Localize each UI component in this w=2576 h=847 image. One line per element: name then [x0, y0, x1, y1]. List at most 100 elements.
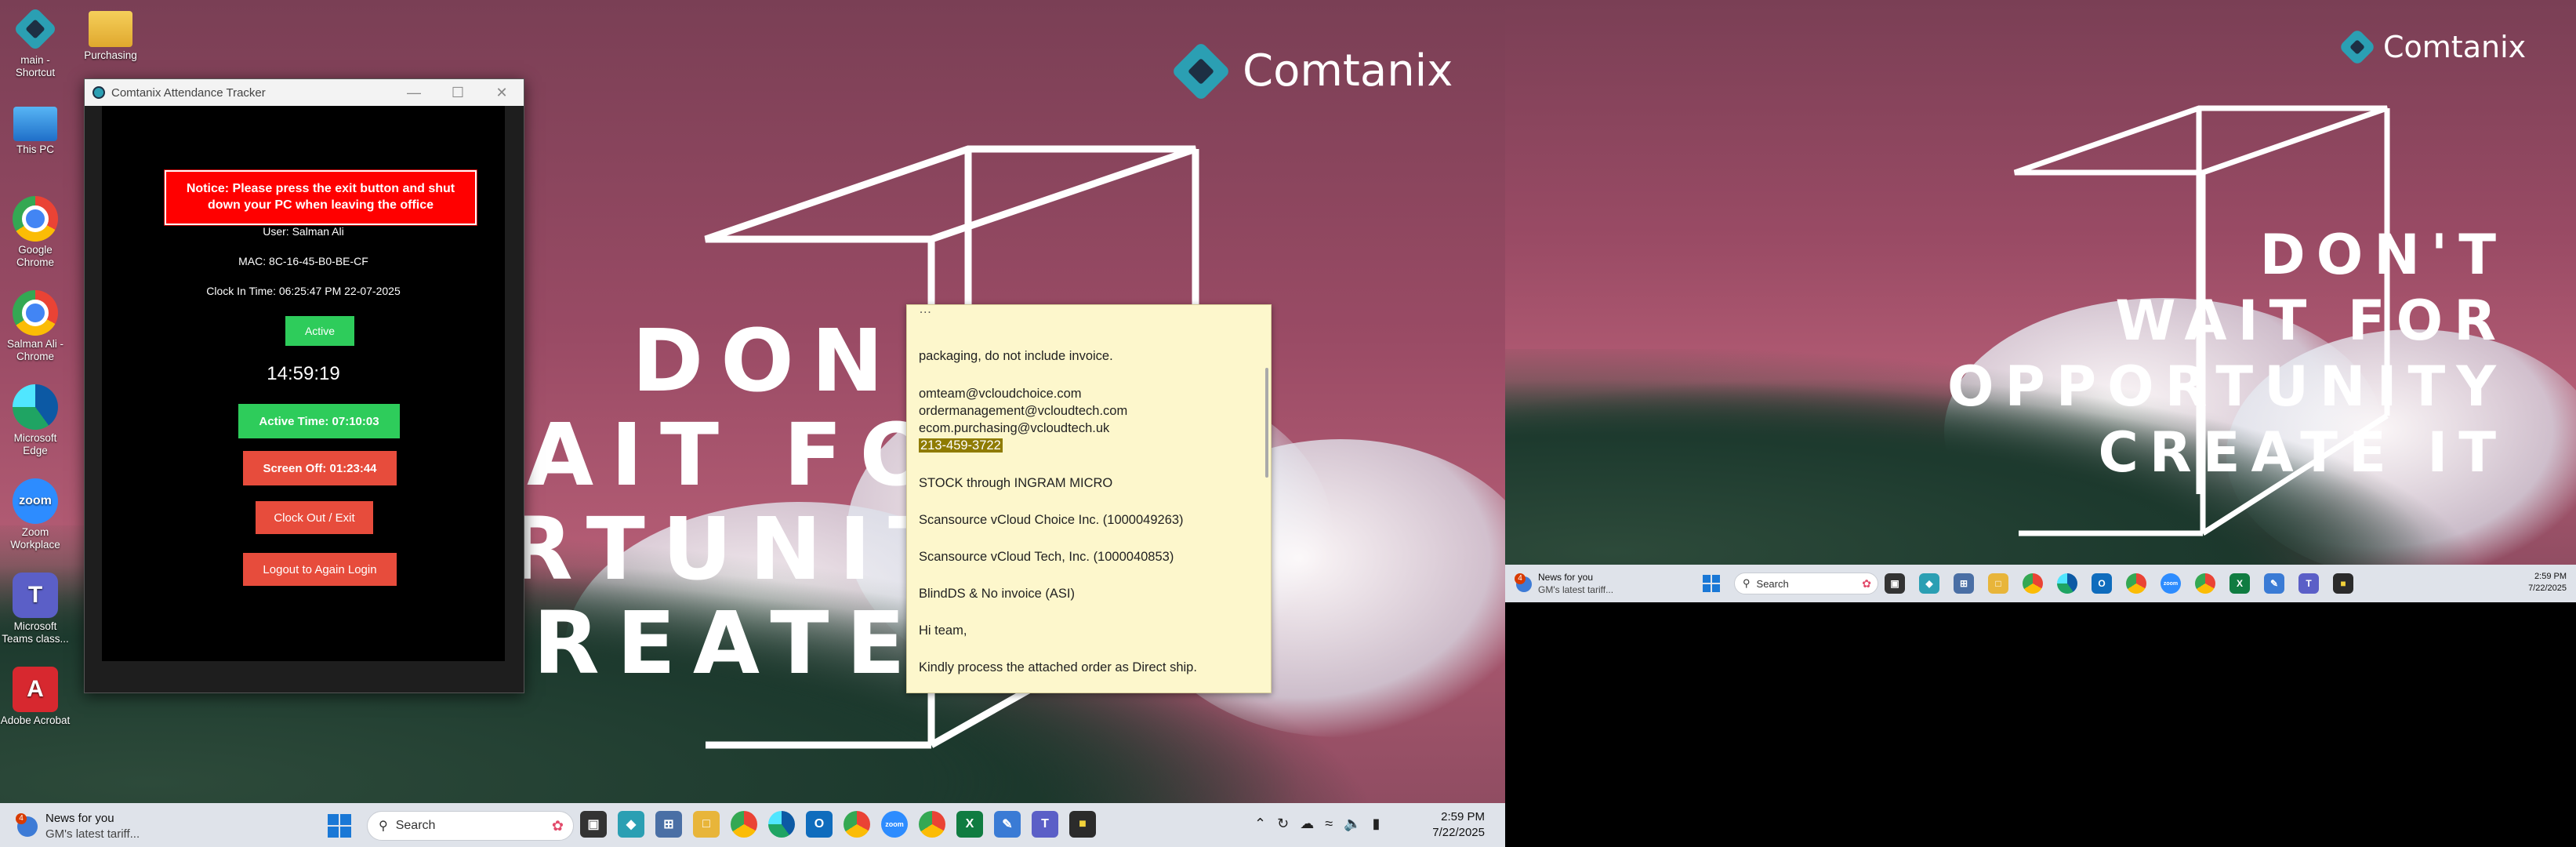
- sticky-line: packaging, do not include invoice.: [919, 349, 1113, 363]
- desktop-icon-acrobat[interactable]: A Adobe Acrobat: [0, 667, 71, 727]
- vpn-icon[interactable]: ☁: [1300, 816, 1314, 832]
- chrome-profile-icon[interactable]: [844, 811, 870, 838]
- primary-monitor: DON'T AIT FOR RTUNITY REATE IT Comtanix …: [0, 0, 1505, 847]
- clock-date: 7/22/2025: [2528, 583, 2567, 593]
- news-title: News for you: [1538, 572, 1594, 583]
- chrome-icon[interactable]: [2195, 573, 2215, 594]
- desktop-icon-zoom[interactable]: zoom Zoom Workplace: [0, 478, 71, 551]
- taskview-icon[interactable]: ▣: [580, 811, 607, 838]
- folder-icon: [89, 11, 132, 47]
- sticky-clipped-line: …: [919, 304, 932, 316]
- user-label: User: Salman Ali: [263, 225, 344, 238]
- desktop-icon-edge[interactable]: Microsoft Edge: [0, 384, 71, 457]
- excel-icon[interactable]: X: [956, 811, 983, 838]
- file-explorer-icon[interactable]: □: [1988, 573, 2008, 594]
- close-icon[interactable]: ✕: [480, 85, 524, 101]
- window-title: Comtanix Attendance Tracker: [111, 85, 266, 100]
- taskview-icon[interactable]: ▣: [1885, 573, 1905, 594]
- chrome-icon[interactable]: [731, 811, 757, 838]
- outlook-icon[interactable]: O: [806, 811, 833, 838]
- weather-icon: 4: [16, 812, 38, 837]
- current-time: 14:59:19: [267, 363, 340, 384]
- zoom-icon[interactable]: zoom: [2161, 573, 2181, 594]
- taskbar-search[interactable]: ⚲ Search ✿: [367, 811, 574, 841]
- edge-icon[interactable]: [768, 811, 795, 838]
- desktop-icon-google-chrome[interactable]: Google Chrome: [0, 196, 71, 269]
- desktop-icon-teams[interactable]: T Microsoft Teams class...: [0, 573, 71, 645]
- taskbar-apps: ▣ ◆ ⊞ □ O zoom X ✎ T ■: [580, 811, 1096, 838]
- start-icon[interactable]: [1703, 575, 1720, 592]
- edge-icon[interactable]: [2057, 573, 2077, 594]
- status-badge: Active: [285, 316, 354, 346]
- chrome-icon[interactable]: [2023, 573, 2043, 594]
- sync-icon[interactable]: ↻: [1277, 816, 1289, 832]
- excel-icon[interactable]: X: [2230, 573, 2250, 594]
- wallpaper-line-2: WAIT FOR: [2115, 289, 2507, 353]
- news-subtitle: GM's latest tariff...: [1538, 583, 1614, 595]
- sticky-line: STOCK through INGRAM MICRO: [919, 476, 1113, 490]
- teams-icon[interactable]: T: [1032, 811, 1058, 838]
- taskbar-clock[interactable]: 2:59 PM 7/22/2025: [2528, 571, 2567, 594]
- wallpaper-brand: Comtanix: [2383, 30, 2527, 64]
- chrome-icon[interactable]: [919, 811, 945, 838]
- attendance-tracker-window: Comtanix Attendance Tracker — ☐ ✕ Notice…: [84, 78, 524, 693]
- wifi-icon[interactable]: ≈: [1325, 816, 1333, 832]
- news-title: News for you: [45, 812, 114, 825]
- app-logo-icon[interactable]: ◆: [618, 811, 644, 838]
- desktop-icon-main-shortcut[interactable]: main - Shortcut: [0, 6, 71, 79]
- sticky-notes-icon[interactable]: ■: [1069, 811, 1096, 838]
- tracker-panel: Notice: Please press the exit button and…: [102, 106, 505, 661]
- zoom-icon[interactable]: zoom: [881, 811, 908, 838]
- mac-label: MAC: 8C-16-45-B0-BE-CF: [238, 255, 368, 267]
- sticky-note[interactable]: … packaging, do not include invoice. omt…: [906, 304, 1272, 693]
- app-logo-icon[interactable]: ◆: [1919, 573, 1939, 594]
- chrome-profile-icon[interactable]: [2126, 573, 2146, 594]
- search-placeholder: Search: [1756, 577, 1789, 590]
- logout-button[interactable]: Logout to Again Login: [243, 553, 397, 586]
- snipping-tool-icon[interactable]: ✎: [994, 811, 1021, 838]
- desktop-icon-salman-chrome[interactable]: Salman Ali - Chrome: [0, 290, 71, 363]
- zoom-icon: zoom: [13, 478, 58, 524]
- sticky-scrollbar[interactable]: [1265, 368, 1268, 478]
- minimize-icon[interactable]: —: [392, 85, 436, 101]
- tracker-titlebar[interactable]: Comtanix Attendance Tracker — ☐ ✕: [85, 79, 524, 106]
- volume-icon[interactable]: 🔈: [1344, 816, 1361, 832]
- wallpaper-line-3: OPPORTUNITY: [1947, 354, 2507, 419]
- clock-date: 7/22/2025: [1432, 826, 1485, 840]
- sticky-line: BlindDS & No invoice (ASI): [919, 587, 1075, 601]
- clock-out-exit-button[interactable]: Clock Out / Exit: [256, 501, 373, 534]
- sticky-highlight-phone: 213-459-3722: [919, 438, 1003, 453]
- sticky-line: ecom.purchasing@vcloudtech.uk: [919, 421, 1110, 435]
- clock-in-label: Clock In Time: 06:25:47 PM 22-07-2025: [206, 285, 401, 297]
- outlook-icon[interactable]: O: [2092, 573, 2112, 594]
- battery-icon[interactable]: ▮: [1373, 816, 1381, 832]
- file-explorer-icon[interactable]: □: [693, 811, 720, 838]
- edge-icon: [13, 384, 58, 430]
- wallpaper-line-1: DON'T: [2259, 223, 2507, 287]
- taskbar-search[interactable]: ⚲ Search ✿: [1734, 573, 1878, 594]
- snipping-tool-icon[interactable]: ✎: [2264, 573, 2284, 594]
- news-widget[interactable]: 4 News for you GM's latest tariff...: [1515, 572, 1614, 596]
- chevron-up-icon[interactable]: ⌃: [1254, 816, 1266, 832]
- news-widget[interactable]: 4 News for you GM's latest tariff...: [16, 811, 140, 842]
- maximize-icon[interactable]: ☐: [436, 85, 480, 101]
- start-icon[interactable]: [328, 814, 351, 838]
- teams-icon[interactable]: T: [2298, 573, 2319, 594]
- secondary-monitor: DON'T WAIT FOR OPPORTUNITY CREATE IT Com…: [1505, 0, 2576, 602]
- desktop-icon-purchasing[interactable]: Purchasing: [75, 6, 146, 62]
- calculator-icon[interactable]: ⊞: [1954, 573, 1974, 594]
- calculator-icon[interactable]: ⊞: [655, 811, 682, 838]
- sticky-notes-icon[interactable]: ■: [2333, 573, 2353, 594]
- app-logo-icon: [93, 86, 105, 99]
- desktop-wallpaper: DON'T WAIT FOR OPPORTUNITY CREATE IT Com…: [1505, 0, 2576, 602]
- acrobat-icon: A: [13, 667, 58, 712]
- desktop-icon-this-pc[interactable]: This PC: [0, 102, 71, 156]
- exit-notice: Notice: Please press the exit button and…: [164, 169, 477, 226]
- taskbar-clock[interactable]: 2:59 PM 7/22/2025: [1432, 809, 1485, 842]
- weather-icon: 4: [1515, 573, 1532, 592]
- wallpaper-brand: Comtanix: [1243, 45, 1453, 96]
- active-time-display: Active Time: 07:10:03: [238, 404, 400, 438]
- wallpaper-line-4: CREATE IT: [2098, 420, 2507, 485]
- taskbar-apps: ▣ ◆ ⊞ □ O zoom X ✎ T ■: [1885, 573, 2353, 594]
- sticky-line: Kindly process the attached order as Dir…: [919, 660, 1197, 674]
